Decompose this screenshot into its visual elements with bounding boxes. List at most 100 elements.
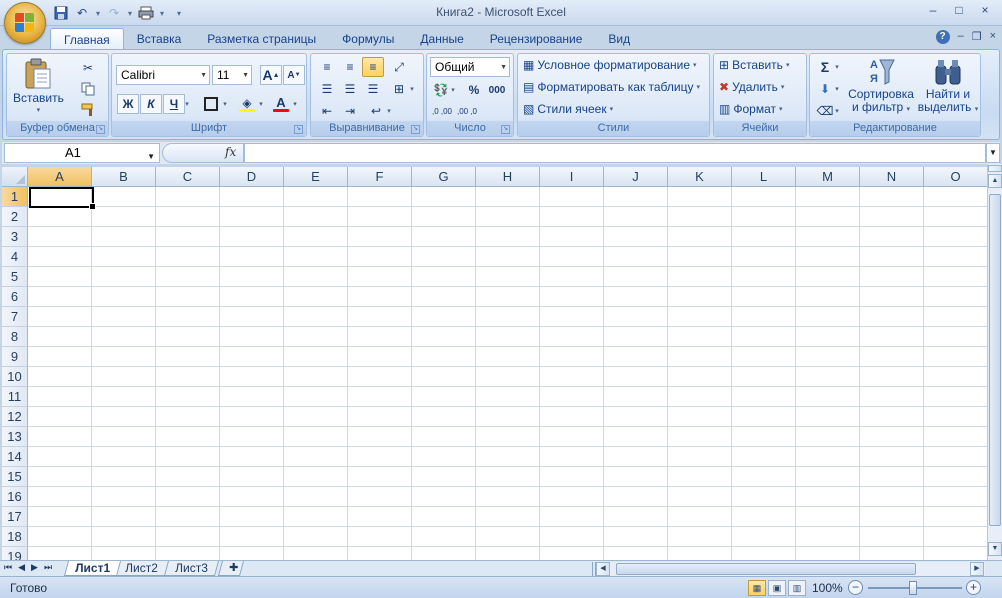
- first-sheet-icon[interactable]: ⏮: [4, 562, 12, 573]
- wrap-dropdown-icon[interactable]: ▾: [384, 101, 394, 121]
- row-header-5[interactable]: 5: [2, 267, 28, 287]
- row-header-15[interactable]: 15: [2, 467, 28, 487]
- font-size-dropdown-icon[interactable]: ▼: [242, 69, 249, 83]
- workbook-close-button[interactable]: ×: [990, 30, 996, 44]
- normal-view-icon[interactable]: ▦: [748, 580, 766, 596]
- align-center-icon[interactable]: ☰: [339, 79, 361, 99]
- conditional-formatting-button[interactable]: ▦ Условное форматирование ▾: [523, 58, 697, 72]
- row-header-14[interactable]: 14: [2, 447, 28, 467]
- horizontal-scrollbar[interactable]: ◀ ▶: [596, 562, 985, 576]
- column-header-d[interactable]: D: [220, 167, 284, 187]
- increase-indent-icon[interactable]: ⇥: [339, 101, 361, 121]
- row-header-2[interactable]: 2: [2, 207, 28, 227]
- decrease-decimal-button[interactable]: ,00 ,0: [455, 102, 479, 122]
- align-middle-icon[interactable]: ≡: [339, 57, 361, 77]
- row-header-18[interactable]: 18: [2, 527, 28, 547]
- page-break-view-icon[interactable]: ▥: [788, 580, 806, 596]
- sheet-tab-3[interactable]: Лист3: [163, 561, 219, 576]
- next-sheet-icon[interactable]: ▶: [31, 562, 38, 573]
- row-header-4[interactable]: 4: [2, 247, 28, 267]
- row-header-17[interactable]: 17: [2, 507, 28, 527]
- horizontal-scroll-thumb[interactable]: [616, 563, 916, 575]
- clipboard-launcher-icon[interactable]: ↘: [96, 125, 105, 134]
- sort-filter-button[interactable]: A Я Сортировка и фильтр ▾: [846, 56, 916, 116]
- cell-area[interactable]: [28, 187, 987, 560]
- workbook-restore-button[interactable]: ❐: [972, 30, 982, 44]
- font-name-combo[interactable]: Calibri ▼: [116, 65, 210, 85]
- column-header-a[interactable]: A: [28, 167, 92, 187]
- row-header-12[interactable]: 12: [2, 407, 28, 427]
- help-icon[interactable]: ?: [935, 30, 950, 44]
- row-header-19[interactable]: 19: [2, 547, 28, 560]
- clear-dropdown-icon[interactable]: ▾: [832, 101, 842, 121]
- font-color-dropdown-icon[interactable]: ▾: [290, 94, 300, 114]
- align-left-icon[interactable]: ☰: [316, 79, 338, 99]
- row-header-9[interactable]: 9: [2, 347, 28, 367]
- scroll-left-icon[interactable]: ◀: [596, 562, 610, 576]
- scroll-down-icon[interactable]: ▼: [988, 542, 1002, 556]
- row-header-11[interactable]: 11: [2, 387, 28, 407]
- maximize-button[interactable]: □: [946, 0, 972, 20]
- column-header-g[interactable]: G: [412, 167, 476, 187]
- borders-icon[interactable]: [200, 94, 222, 114]
- page-layout-view-icon[interactable]: ▣: [768, 580, 786, 596]
- zoom-level[interactable]: 100%: [812, 581, 843, 595]
- percent-button[interactable]: %: [463, 80, 485, 100]
- format-as-table-button[interactable]: ▤ Форматировать как таблицу ▾: [523, 80, 700, 94]
- vertical-scroll-thumb[interactable]: [989, 194, 1001, 526]
- row-header-16[interactable]: 16: [2, 487, 28, 507]
- column-header-i[interactable]: I: [540, 167, 604, 187]
- fill-down-dropdown-icon[interactable]: ▾: [832, 79, 842, 99]
- row-header-10[interactable]: 10: [2, 367, 28, 387]
- sheet-tab-1[interactable]: Лист1: [63, 561, 122, 576]
- underline-dropdown-icon[interactable]: ▾: [182, 94, 192, 114]
- prev-sheet-icon[interactable]: ◀: [18, 562, 25, 573]
- decrease-indent-icon[interactable]: ⇤: [316, 101, 338, 121]
- minimize-button[interactable]: –: [920, 0, 946, 20]
- row-header-13[interactable]: 13: [2, 427, 28, 447]
- fill-color-icon[interactable]: ◈: [236, 94, 258, 114]
- tab-insert[interactable]: Вставка: [124, 28, 195, 50]
- close-button[interactable]: ×: [972, 0, 998, 20]
- format-cells-button[interactable]: ▥ Формат ▾: [719, 102, 783, 116]
- number-format-combo[interactable]: Общий ▼: [430, 57, 510, 77]
- bold-button[interactable]: Ж: [117, 94, 139, 114]
- tab-formulas[interactable]: Формулы: [329, 28, 407, 50]
- grow-font-button[interactable]: A ▲: [260, 65, 282, 85]
- office-button[interactable]: [4, 2, 46, 44]
- cell-styles-button[interactable]: ▧ Стили ячеек ▾: [523, 102, 613, 116]
- copy-icon[interactable]: [77, 79, 99, 99]
- insert-cells-button[interactable]: ⊞ Вставить ▾: [719, 58, 789, 72]
- font-size-combo[interactable]: 11 ▼: [212, 65, 252, 85]
- tab-data[interactable]: Данные: [407, 28, 476, 50]
- fx-button[interactable]: fx: [225, 145, 236, 159]
- tab-home[interactable]: Главная: [50, 28, 124, 50]
- autosum-dropdown-icon[interactable]: ▾: [832, 57, 842, 77]
- name-box[interactable]: A1 ▼: [4, 143, 160, 163]
- column-header-k[interactable]: K: [668, 167, 732, 187]
- column-header-j[interactable]: J: [604, 167, 668, 187]
- workbook-minimize-button[interactable]: –: [958, 30, 964, 44]
- zoom-out-button[interactable]: −: [848, 580, 863, 595]
- alignment-launcher-icon[interactable]: ↘: [411, 125, 420, 134]
- align-right-icon[interactable]: ☰: [362, 79, 384, 99]
- expand-formula-bar-icon[interactable]: ▼: [986, 143, 1000, 163]
- zoom-slider-thumb[interactable]: [909, 581, 917, 595]
- merge-dropdown-icon[interactable]: ▾: [407, 79, 417, 99]
- row-header-1[interactable]: 1: [2, 187, 28, 207]
- column-header-o[interactable]: O: [924, 167, 987, 187]
- number-format-dropdown-icon[interactable]: ▼: [500, 61, 507, 75]
- format-painter-icon[interactable]: [77, 100, 99, 120]
- row-header-8[interactable]: 8: [2, 327, 28, 347]
- column-header-n[interactable]: N: [860, 167, 924, 187]
- tab-page-layout[interactable]: Разметка страницы: [194, 28, 329, 50]
- column-header-b[interactable]: B: [92, 167, 156, 187]
- name-box-dropdown-icon[interactable]: ▼: [147, 148, 155, 166]
- sheet-tab-2[interactable]: Лист2: [113, 561, 169, 576]
- select-all-button[interactable]: [2, 167, 28, 187]
- split-handle-icon[interactable]: [988, 165, 1002, 172]
- number-launcher-icon[interactable]: ↘: [501, 125, 510, 134]
- scroll-right-icon[interactable]: ▶: [970, 562, 984, 576]
- row-header-7[interactable]: 7: [2, 307, 28, 327]
- column-header-e[interactable]: E: [284, 167, 348, 187]
